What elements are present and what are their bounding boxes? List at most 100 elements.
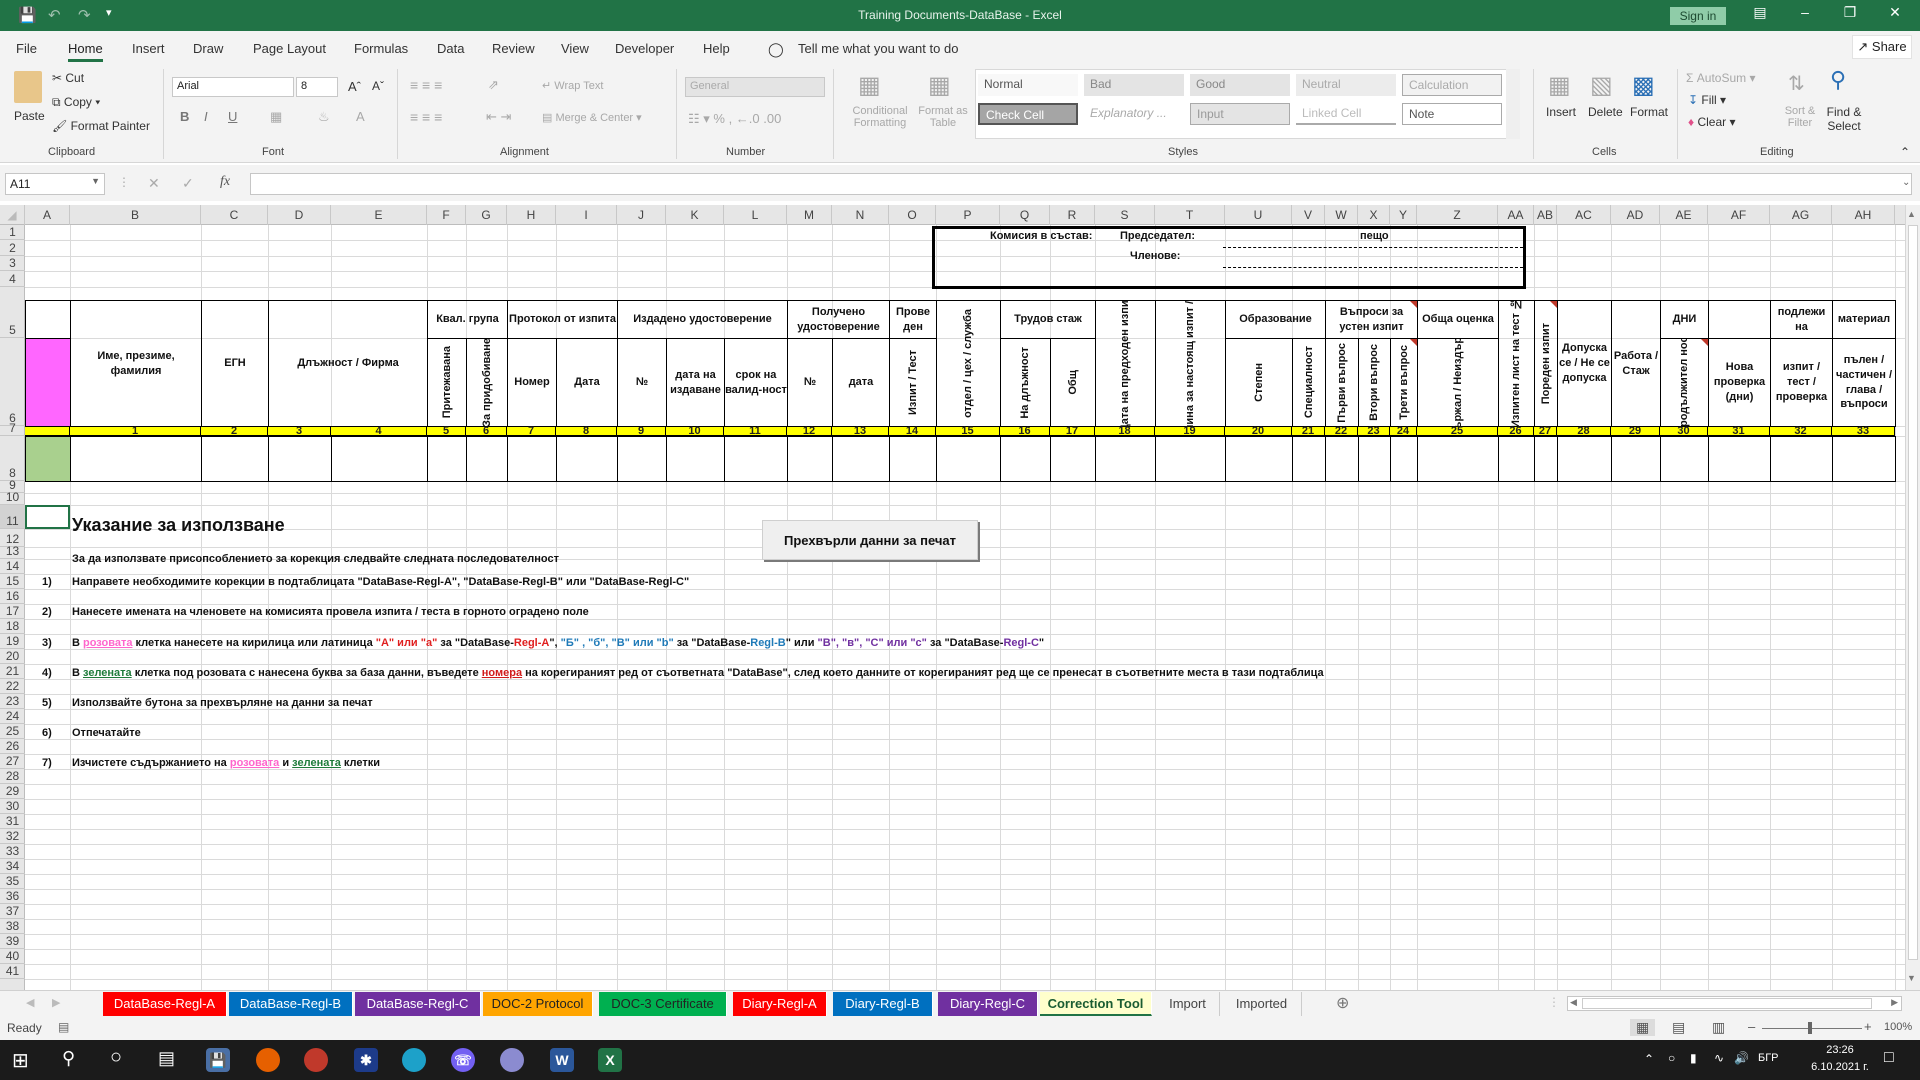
copy-button[interactable]: ⧉ Copy ▾ xyxy=(52,95,100,110)
insert-cells-button[interactable]: Insert xyxy=(1546,105,1576,119)
column-header-r[interactable]: R xyxy=(1050,205,1095,225)
orientation-icon[interactable]: ⇗ xyxy=(488,77,499,93)
word-icon[interactable]: W xyxy=(550,1048,574,1072)
borders-icon[interactable]: ▦ xyxy=(270,109,282,125)
row-header-18[interactable]: 18 xyxy=(0,619,25,634)
restore-icon[interactable]: ❐ xyxy=(1835,4,1865,21)
format-as-table-button[interactable]: Format as Table xyxy=(918,105,968,129)
row-header-15[interactable]: 15 xyxy=(0,574,25,589)
notifications-icon[interactable]: □ xyxy=(1884,1049,1894,1067)
number-format-select[interactable]: General xyxy=(685,77,825,97)
volume-icon[interactable]: 🔊 xyxy=(1734,1051,1749,1065)
column-header-ad[interactable]: AD xyxy=(1611,205,1660,225)
language-indicator[interactable]: БГР xyxy=(1758,1052,1779,1064)
underline-button[interactable]: U xyxy=(228,109,237,124)
column-header-p[interactable]: P xyxy=(936,205,1000,225)
excel-icon[interactable]: X xyxy=(598,1048,622,1072)
column-header-j[interactable]: J xyxy=(617,205,666,225)
sheet-tab-import[interactable]: Import xyxy=(1156,992,1220,1016)
sheet-tab-diary-regl-a[interactable]: Diary-Regl-A xyxy=(733,992,827,1016)
battery-icon[interactable]: ▮ xyxy=(1690,1051,1697,1065)
tab-page-layout[interactable]: Page Layout xyxy=(253,41,326,56)
expand-formula-icon[interactable]: ⌄ xyxy=(1902,177,1910,188)
column-header-u[interactable]: U xyxy=(1225,205,1292,225)
clear-button[interactable]: ♦ Clear ▾ xyxy=(1688,115,1736,129)
format-cells-icon[interactable]: ▩ xyxy=(1632,71,1655,100)
increase-font-icon[interactable]: Aˆ xyxy=(348,79,361,94)
edge-icon[interactable] xyxy=(402,1048,426,1072)
font-name-select[interactable]: Arial xyxy=(172,77,294,97)
tab-home[interactable]: Home xyxy=(68,41,103,62)
tab-draw[interactable]: Draw xyxy=(193,41,223,56)
row-header-29[interactable]: 29 xyxy=(0,784,25,799)
name-box[interactable]: A11 ▼ xyxy=(5,173,105,195)
select-all-button[interactable]: ◢ xyxy=(0,205,25,225)
row-header-19[interactable]: 19 xyxy=(0,634,25,649)
find-icon[interactable]: ⚲ xyxy=(1830,67,1846,93)
page-layout-view-icon[interactable]: ▤ xyxy=(1672,1019,1685,1036)
horizontal-scrollbar[interactable]: ◀ ▶ xyxy=(1567,996,1902,1011)
zoom-out-icon[interactable]: – xyxy=(1748,1019,1755,1034)
row-header-40[interactable]: 40 xyxy=(0,949,25,964)
style-input[interactable]: Input xyxy=(1190,103,1290,125)
row-header-5[interactable]: 5 xyxy=(0,287,25,338)
row-header-31[interactable]: 31 xyxy=(0,814,25,829)
worksheet-grid[interactable] xyxy=(25,225,1905,990)
app-icon[interactable] xyxy=(304,1048,328,1072)
row-header-27[interactable]: 27 xyxy=(0,754,25,769)
wifi-icon[interactable]: ∿ xyxy=(1714,1051,1724,1065)
sheet-tab-diary-regl-c[interactable]: Diary-Regl-C xyxy=(938,992,1038,1016)
column-header-ac[interactable]: AC xyxy=(1557,205,1611,225)
ribbon-display-icon[interactable]: ▤ xyxy=(1745,4,1775,21)
row-header-16[interactable]: 16 xyxy=(0,589,25,604)
font-color-icon[interactable]: A xyxy=(356,109,365,124)
column-header-i[interactable]: I xyxy=(556,205,617,225)
row-header-4[interactable]: 4 xyxy=(0,271,25,287)
scroll-down-icon[interactable]: ▼ xyxy=(1907,973,1916,983)
column-header-q[interactable]: Q xyxy=(1000,205,1050,225)
sheet-tab-database-regl-a[interactable]: DataBase-Regl-A xyxy=(103,992,227,1016)
sheet-tab-database-regl-b[interactable]: DataBase-Regl-B xyxy=(229,992,353,1016)
row-header-36[interactable]: 36 xyxy=(0,889,25,904)
minimize-icon[interactable]: – xyxy=(1790,4,1820,20)
cortana-icon[interactable]: ○ xyxy=(110,1046,122,1069)
scroll-right-icon[interactable]: ▶ xyxy=(1891,997,1898,1008)
save-app-icon[interactable]: 💾 xyxy=(206,1048,230,1072)
viber-icon[interactable]: ☏ xyxy=(451,1048,475,1072)
row-header-38[interactable]: 38 xyxy=(0,919,25,934)
row-header-3[interactable]: 3 xyxy=(0,256,25,271)
align-left-icon[interactable]: ≡ ≡ ≡ xyxy=(410,109,442,125)
page-break-view-icon[interactable]: ▥ xyxy=(1712,1019,1725,1036)
style-bad[interactable]: Bad xyxy=(1084,74,1184,96)
sign-in-button[interactable]: Sign in xyxy=(1670,7,1726,25)
collapse-ribbon-icon[interactable]: ⌃ xyxy=(1900,145,1910,159)
column-header-v[interactable]: V xyxy=(1292,205,1325,225)
vertical-scrollbar[interactable]: ▲ ▼ xyxy=(1905,205,1920,990)
clock-date[interactable]: 6.10.2021 г. xyxy=(1806,1061,1874,1073)
style-good[interactable]: Good xyxy=(1190,74,1290,96)
zoom-level[interactable]: 100% xyxy=(1884,1021,1912,1033)
row-header-13[interactable]: 13 xyxy=(0,544,25,559)
column-header-b[interactable]: B xyxy=(70,205,201,225)
row-header-20[interactable]: 20 xyxy=(0,649,25,664)
sheet-tab-correction-tool[interactable]: Correction Tool xyxy=(1040,992,1152,1016)
row-header-1[interactable]: 1 xyxy=(0,225,25,240)
indent-icon[interactable]: ⇤ ⇥ xyxy=(486,109,511,125)
tab-formulas[interactable]: Formulas xyxy=(354,41,408,56)
row-header-23[interactable]: 23 xyxy=(0,694,25,709)
row-header-32[interactable]: 32 xyxy=(0,829,25,844)
column-header-ag[interactable]: AG xyxy=(1770,205,1832,225)
next-sheet-icon[interactable]: ▶ xyxy=(52,996,60,1009)
style-check-cell[interactable]: Check Cell xyxy=(978,103,1078,125)
tab-splitter[interactable]: ⋮ xyxy=(1548,995,1560,1009)
language-flag-icon[interactable]: ✱ xyxy=(354,1048,378,1072)
paste-icon[interactable] xyxy=(14,71,42,103)
row-header-37[interactable]: 37 xyxy=(0,904,25,919)
row-header-22[interactable]: 22 xyxy=(0,679,25,694)
italic-button[interactable]: I xyxy=(204,109,208,124)
column-header-k[interactable]: K xyxy=(666,205,724,225)
merge-center-button[interactable]: ▤ Merge & Center ▾ xyxy=(542,111,642,124)
column-header-c[interactable]: C xyxy=(201,205,268,225)
close-icon[interactable]: ✕ xyxy=(1880,4,1910,21)
row-header-10[interactable]: 10 xyxy=(0,490,25,505)
